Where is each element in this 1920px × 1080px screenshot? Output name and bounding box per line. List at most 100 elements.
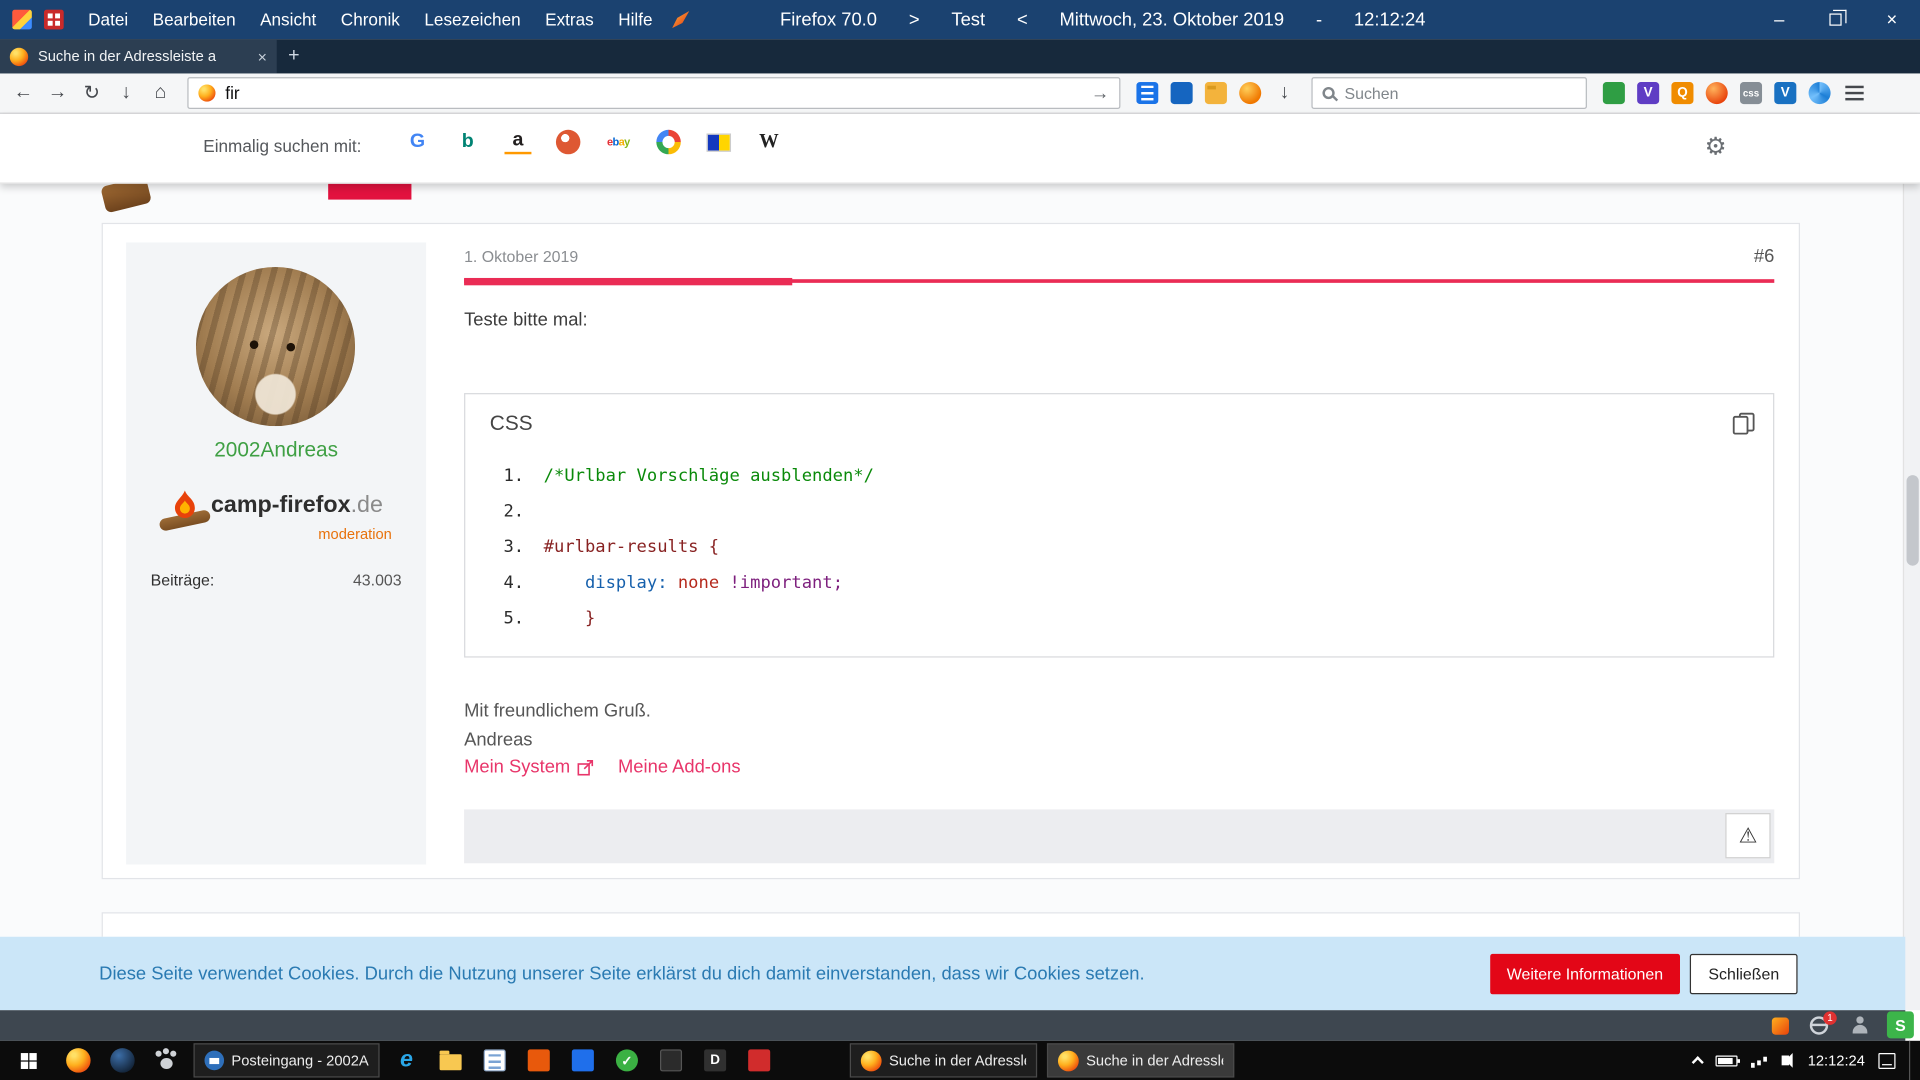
volume-icon[interactable]	[1782, 1056, 1789, 1066]
search-engine-google-icon[interactable]: G	[404, 129, 431, 156]
ext-q-button[interactable]: Q	[1665, 76, 1699, 110]
mein-system-link[interactable]: Mein System	[464, 757, 593, 778]
app-flag-icon[interactable]	[12, 10, 32, 30]
action-center-icon[interactable]	[1878, 1052, 1895, 1068]
menu-extras[interactable]: Extras	[533, 0, 606, 39]
url-bar[interactable]: fir →	[187, 77, 1120, 109]
battery-icon[interactable]	[1716, 1055, 1738, 1066]
ext-fox-button[interactable]	[1700, 76, 1734, 110]
ext-v2-button[interactable]: V	[1768, 76, 1802, 110]
menu-chronik[interactable]: Chronik	[329, 0, 413, 39]
network-icon[interactable]	[1751, 1054, 1768, 1067]
taskbar-dark-tool[interactable]	[649, 1041, 693, 1080]
footer-orange-icon[interactable]	[1772, 1018, 1789, 1035]
post-number-link[interactable]: #6	[1754, 246, 1774, 267]
forward-button[interactable]: →	[40, 76, 74, 110]
author-name[interactable]: 2002Andreas	[126, 438, 426, 462]
unread-indicator-thick	[464, 278, 792, 285]
menu-lesezeichen[interactable]: Lesezeichen	[412, 0, 533, 39]
reload-button[interactable]: ↻	[75, 76, 109, 110]
search-engine-circle-icon[interactable]	[655, 129, 682, 156]
search-bar[interactable]: Suchen	[1311, 77, 1587, 109]
open-folder-button[interactable]	[1199, 76, 1233, 110]
minimize-button[interactable]: –	[1751, 0, 1807, 39]
violet-v-icon: V	[1637, 82, 1659, 104]
title-date: Mittwoch, 23. Oktober 2019	[1060, 9, 1285, 30]
show-desktop-button[interactable]	[1909, 1041, 1915, 1080]
taskbar-firefox-window-1[interactable]: Suche in der Adresslei...	[850, 1043, 1037, 1077]
taskbar-antivirus[interactable]: ✓	[605, 1041, 649, 1080]
tab-close-icon[interactable]: ×	[258, 47, 267, 65]
window-controls: – ×	[1751, 0, 1920, 39]
firefox-window-title: Suche in der Adresslei...	[889, 1052, 1026, 1069]
cookie-close-button[interactable]: Schließen	[1690, 953, 1798, 993]
user-icon[interactable]	[1851, 1016, 1868, 1033]
search-engine-bing-icon[interactable]: b	[454, 129, 481, 156]
office-icon	[528, 1049, 550, 1071]
tab-active[interactable]: Suche in der Adressleiste a ×	[0, 39, 277, 73]
search-engine-leo-icon[interactable]	[705, 129, 732, 156]
pencil-icon[interactable]	[672, 11, 689, 28]
menu-button[interactable]	[1837, 76, 1871, 110]
title-firefox-version: Firefox 70.0	[780, 9, 877, 30]
taskbar-dark-app[interactable]	[100, 1041, 144, 1080]
search-engine-duckduckgo-icon[interactable]	[555, 129, 582, 156]
menu-ansicht[interactable]: Ansicht	[248, 0, 329, 39]
restore-button[interactable]	[1807, 0, 1863, 39]
sidebar-toggle-button[interactable]	[1130, 76, 1164, 110]
go-arrow-icon[interactable]: →	[1091, 83, 1109, 104]
menu-hilfe[interactable]: Hilfe	[606, 0, 665, 39]
report-button[interactable]: ⚠	[1725, 813, 1770, 858]
code-line: 5. }	[465, 600, 1773, 636]
search-engine-amazon-icon[interactable]: a	[504, 130, 531, 154]
back-button[interactable]: ←	[6, 76, 40, 110]
cookie-info-button[interactable]: Weitere Informationen	[1490, 953, 1681, 993]
meine-addons-link[interactable]: Meine Add-ons	[618, 757, 741, 778]
taskbar-red-app[interactable]	[737, 1041, 781, 1080]
screenshot-tool-icon[interactable]: S	[1887, 1011, 1914, 1038]
firefox-favicon	[10, 47, 28, 65]
home-button[interactable]: ⌂	[143, 76, 177, 110]
taskbar-mail-window[interactable]: Posteingang - 2002An...	[193, 1043, 379, 1077]
app-red-grid-icon[interactable]	[44, 10, 64, 30]
ext-swirl-button[interactable]	[1802, 76, 1836, 110]
ext-table-button[interactable]	[1597, 76, 1631, 110]
menu-bearbeiten[interactable]: Bearbeiten	[140, 0, 247, 39]
bookmarks-folder-button[interactable]	[1164, 76, 1198, 110]
extension-orange-button[interactable]	[1233, 76, 1267, 110]
gear-icon[interactable]: ⚙	[1705, 131, 1727, 162]
posts-label: Beiträge:	[151, 571, 215, 589]
save-page-button[interactable]: ↓	[109, 76, 143, 110]
explorer-folder-icon	[440, 1054, 462, 1070]
taskbar-editor[interactable]	[473, 1041, 517, 1080]
tray-clock[interactable]: 12:12:24	[1808, 1052, 1865, 1069]
start-button[interactable]	[0, 1041, 56, 1080]
taskbar-dictionary[interactable]: D	[693, 1041, 737, 1080]
ext-v-button[interactable]: V	[1631, 76, 1665, 110]
code-line: 3. #urlbar-results {	[465, 529, 1773, 565]
taskbar-firefox-pinned[interactable]	[56, 1041, 100, 1080]
menu-datei[interactable]: Datei	[76, 0, 141, 39]
close-button[interactable]: ×	[1864, 0, 1920, 39]
search-engine-wikipedia-icon[interactable]: W	[756, 129, 783, 156]
tray-expand-icon[interactable]	[1692, 1056, 1704, 1068]
taskbar-media[interactable]	[561, 1041, 605, 1080]
taskbar-ie[interactable]: e	[384, 1041, 428, 1080]
window-title: Firefox 70.0 > Test < Mittwoch, 23. Okto…	[780, 0, 1425, 39]
taskbar-explorer[interactable]	[429, 1041, 473, 1080]
leo-flag-icon	[707, 133, 731, 151]
sidebar-icon	[1136, 82, 1158, 104]
search-engine-ebay-icon[interactable]: ebay	[605, 129, 632, 156]
new-tab-button[interactable]: +	[277, 39, 311, 73]
ext-css-button[interactable]: css	[1734, 76, 1768, 110]
avatar[interactable]	[196, 267, 355, 426]
vertical-scrollbar[interactable]	[1903, 184, 1920, 1011]
copy-icon[interactable]	[1731, 411, 1755, 435]
site-name: camp-firefox	[211, 492, 351, 518]
taskbar-office[interactable]	[517, 1041, 561, 1080]
url-input[interactable]: fir	[225, 83, 1091, 103]
taskbar-paw-app[interactable]	[144, 1041, 188, 1080]
downloads-button[interactable]: ↓	[1267, 76, 1301, 110]
taskbar-firefox-window-2[interactable]: Suche in der Adresslei...	[1047, 1043, 1234, 1077]
scrollbar-thumb[interactable]	[1907, 475, 1919, 566]
